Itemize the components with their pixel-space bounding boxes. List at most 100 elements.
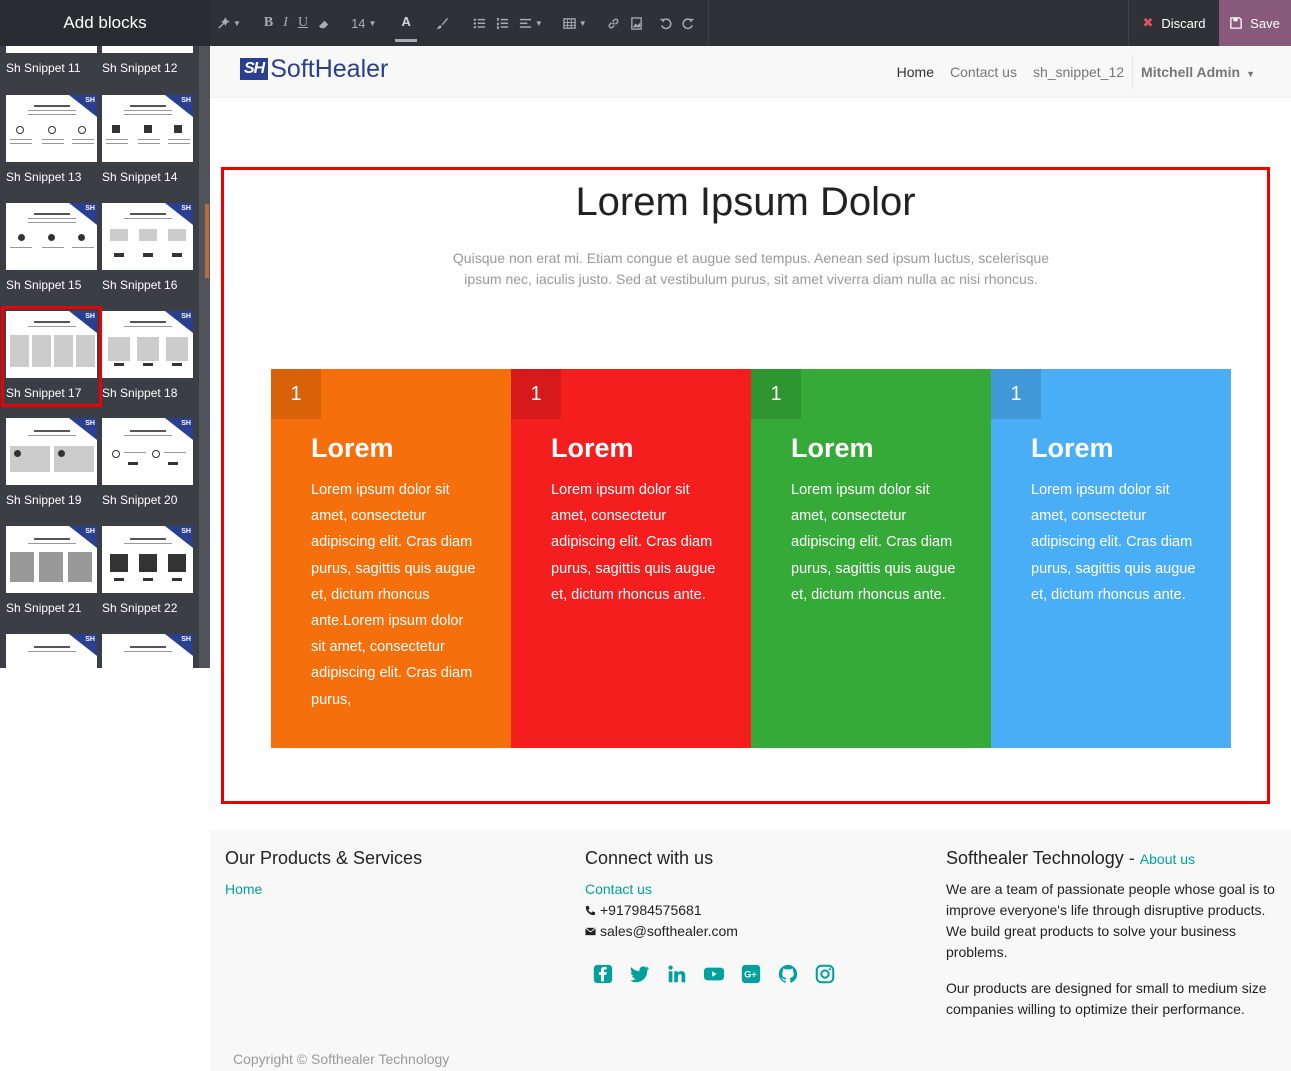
magic-wand-icon[interactable]: ▼ [212,0,246,46]
snippet-18[interactable]: SH Sh Snippet 18 [102,311,194,400]
card-text: Lorem ipsum dolor sit amet, consectetur … [1031,482,1196,603]
snippet-label: Sh Snippet 18 [102,386,178,400]
user-name: Mitchell Admin [1141,64,1241,80]
card-title: Lorem [311,433,394,463]
underline-button[interactable]: U [293,0,313,46]
feature-card[interactable]: 1 Lorem Lorem ipsum dolor sit amet, cons… [751,369,991,748]
feature-card[interactable]: 1 Lorem Lorem ipsum dolor sit amet, cons… [271,369,511,748]
snippet-20[interactable]: SH Sh Snippet 20 [102,418,194,507]
snippet-thumbnail[interactable]: SH [6,634,98,668]
instagram-icon[interactable] [813,962,837,986]
github-icon[interactable] [776,962,800,986]
nav-snippet[interactable]: sh_snippet_12 [1025,64,1132,80]
copyright: Copyright © Softhealer Technology [233,1051,450,1067]
nav-home[interactable]: Home [889,64,942,80]
snippet-label: Sh Snippet 22 [102,601,178,615]
snippet-thumbnail[interactable]: SH [102,634,194,668]
footer-company-title: Softhealer Technology - About us [946,848,1276,869]
snippet-21[interactable]: SH Sh Snippet 21 [6,526,98,615]
user-menu[interactable]: Mitchell Admin ▼ [1132,54,1255,90]
scrollbar-thumb[interactable] [205,204,209,278]
bold-button[interactable]: B [259,0,278,46]
snippet-13[interactable]: SH Sh Snippet 13 [6,95,98,184]
company-target: Our products are designed for small to m… [946,980,1267,1017]
feature-card[interactable]: 1 Lorem Lorem ipsum dolor sit amet, cons… [991,369,1231,748]
footer-company: Softhealer Technology - About us We are … [946,848,1276,1035]
footer-products: Our Products & Services Home [225,848,422,900]
snippet-label: Sh Snippet 19 [6,493,82,507]
google-plus-icon[interactable]: G+ [739,962,763,986]
snippet-19[interactable]: SH Sh Snippet 19 [6,418,98,507]
format-tools: ▼ B I U 14 ▼ A ▼ ▼ [212,0,717,46]
brand-icon: SH [240,58,269,80]
phone-icon [585,905,596,916]
discard-button[interactable]: ✖ Discard [1128,0,1219,46]
snippet-16[interactable]: SH Sh Snippet 16 [102,203,194,292]
card-title: Lorem [791,433,874,463]
nav-contact[interactable]: Contact us [942,64,1025,80]
font-size-select[interactable]: 14 ▼ [346,0,381,46]
card-text: Lorem ipsum dolor sit amet, consectetur … [551,482,716,603]
snippet-label: Sh Snippet 13 [6,170,82,184]
save-label: Save [1250,15,1280,31]
company-description: We are a team of passionate people whose… [946,881,1275,960]
snippet-label: Sh Snippet 11 [6,61,81,75]
table-icon[interactable]: ▼ [558,0,592,46]
site-logo[interactable]: SH SoftHealer [240,54,388,84]
card-number: 1 [751,369,801,419]
phone-line: +917984575681 [585,900,837,921]
linkedin-icon[interactable] [665,962,689,986]
twitter-icon[interactable] [628,962,652,986]
snippet-label: Sh Snippet 16 [102,278,178,292]
section-title: Lorem Ipsum Dolor [575,180,916,224]
facebook-icon[interactable] [591,962,615,986]
panel-title: Add blocks [0,0,210,46]
undo-icon[interactable] [654,0,677,46]
snippet-label: Sh Snippet 12 [102,61,178,75]
card-text: Lorem ipsum dolor sit amet, consectetur … [311,482,476,708]
brand-text: SoftHealer [270,54,389,83]
snippet-22[interactable]: SH Sh Snippet 22 [102,526,194,615]
email-address: sales@softhealer.com [600,923,738,939]
footer-contact-link[interactable]: Contact us [585,879,837,900]
snippet-11[interactable]: SH Sh Snippet 11 [6,46,98,75]
youtube-icon[interactable] [702,962,726,986]
card-text: Lorem ipsum dolor sit amet, consectetur … [791,482,956,603]
brush-icon[interactable] [431,0,454,46]
snippet-label: Sh Snippet 20 [102,493,178,507]
company-name: Softhealer Technology [946,848,1124,868]
snippet-15[interactable]: SH Sh Snippet 15 [6,203,98,292]
footer-connect: Connect with us Contact us +917984575681… [585,848,837,986]
social-links: G+ [591,962,837,986]
selected-snippet-highlight [1,306,102,407]
feature-card[interactable]: 1 Lorem Lorem ipsum dolor sit amet, cons… [511,369,751,748]
envelope-icon [585,927,596,936]
bullet-list-icon[interactable] [468,0,491,46]
email-line: sales@softhealer.com [585,921,837,942]
card-title: Lorem [551,433,634,463]
snippet-label: Sh Snippet 14 [102,170,178,184]
align-icon[interactable]: ▼ [514,0,548,46]
footer-products-title: Our Products & Services [225,848,423,868]
snippet-12[interactable]: SH Sh Snippet 12 [102,46,194,75]
numbered-list-icon[interactable] [491,0,514,46]
card-title: Lorem [1031,433,1114,463]
close-icon: ✖ [1142,15,1154,30]
save-button[interactable]: Save [1219,0,1291,46]
about-us-link[interactable]: About us [1140,851,1195,867]
snippet-label: Sh Snippet 15 [6,278,82,292]
panel-scrollbar[interactable] [199,46,210,668]
link-icon[interactable] [602,0,625,46]
discard-label: Discard [1161,15,1206,31]
snippet-label: Sh Snippet 21 [6,601,82,615]
font-color-button[interactable]: A [395,4,417,42]
card-number: 1 [991,369,1041,419]
image-icon[interactable] [625,0,648,46]
card-row: 1 Lorem Lorem ipsum dolor sit amet, cons… [271,369,1231,748]
snippet-14[interactable]: SH Sh Snippet 14 [102,95,194,184]
eraser-icon[interactable] [313,0,336,46]
phone-number: +917984575681 [600,902,702,918]
redo-icon[interactable] [677,0,700,46]
italic-button[interactable]: I [278,0,293,46]
footer-home-link[interactable]: Home [225,879,422,900]
